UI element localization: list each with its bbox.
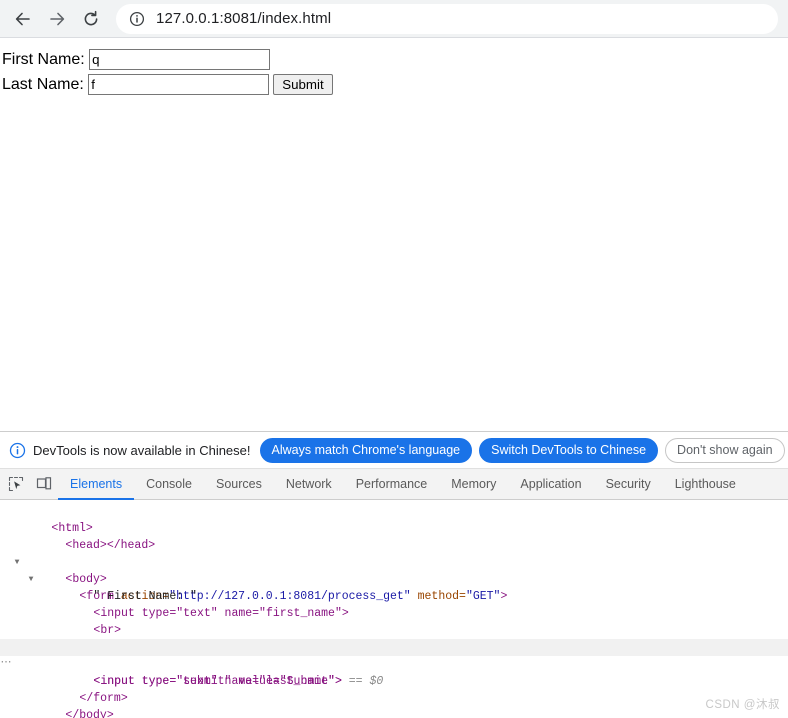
dom-node-body-close[interactable]: </body> bbox=[0, 690, 788, 718]
tab-elements[interactable]: Elements bbox=[58, 469, 135, 500]
tab-label: Application bbox=[520, 477, 582, 491]
dom-node-text-last-name[interactable]: " Last Name: " bbox=[0, 622, 788, 654]
tab-lighthouse[interactable]: Lighthouse bbox=[663, 469, 748, 499]
browser-toolbar: 127.0.0.1:8081/index.html bbox=[0, 0, 788, 38]
devtools-infobar: DevTools is now available in Chinese! Al… bbox=[0, 432, 788, 469]
dom-node-input-first-name[interactable]: <input type="text" name="first_name"> bbox=[0, 588, 788, 620]
switch-devtools-to-chinese-button[interactable]: Switch DevTools to Chinese bbox=[479, 437, 659, 463]
tab-label: Memory bbox=[451, 477, 497, 491]
dom-node-form-close[interactable]: </form> bbox=[0, 673, 788, 705]
dom-node-html-close[interactable]: </html> bbox=[0, 707, 788, 718]
last-name-input[interactable] bbox=[88, 74, 270, 95]
info-circle-icon bbox=[129, 11, 145, 26]
dom-node-html-open[interactable]: <html> bbox=[0, 503, 788, 535]
reload-button[interactable] bbox=[74, 2, 108, 36]
forward-button[interactable] bbox=[40, 2, 74, 36]
tab-label: Security bbox=[605, 477, 651, 491]
last-name-label: Last Name: bbox=[2, 76, 89, 93]
device-toolbar-icon[interactable] bbox=[30, 469, 58, 499]
submit-button[interactable] bbox=[273, 74, 333, 95]
watermark: CSDN @沐叔 bbox=[705, 699, 780, 711]
tab-console[interactable]: Console bbox=[134, 469, 204, 499]
tab-label: Performance bbox=[355, 477, 428, 491]
dom-node-body-open[interactable]: ▼ <body> bbox=[0, 537, 788, 586]
forward-arrow-icon bbox=[50, 12, 65, 25]
devtools-tabbar: Elements Console Sources Network Perform… bbox=[0, 469, 788, 500]
inspect-element-icon[interactable] bbox=[2, 469, 30, 499]
site-info-icon[interactable] bbox=[126, 8, 148, 30]
dom-node-form-open[interactable]: ▼ <form action="http://127.0.0.1:8081/pr… bbox=[0, 554, 788, 603]
back-button[interactable] bbox=[6, 2, 40, 36]
tab-label: Console bbox=[146, 477, 192, 491]
tab-label: Lighthouse bbox=[674, 477, 736, 491]
tab-security[interactable]: Security bbox=[594, 469, 663, 499]
dont-show-again-button[interactable]: Don't show again bbox=[665, 437, 785, 463]
page-viewport: First Name: Last Name: bbox=[0, 39, 788, 431]
first-name-label: First Name: bbox=[2, 51, 90, 68]
info-circle-icon bbox=[9, 442, 25, 458]
device-toggle-icon bbox=[36, 477, 52, 490]
dom-tree[interactable]: <html> <head></head> ▼ <body> ▼ <form ac… bbox=[0, 500, 788, 718]
tab-memory[interactable]: Memory bbox=[439, 469, 508, 499]
inspect-cursor-icon bbox=[8, 476, 24, 492]
tab-application[interactable]: Application bbox=[508, 469, 593, 499]
back-arrow-icon bbox=[15, 12, 30, 25]
dom-node-input-submit[interactable]: <input type="submit" value="Submit"> bbox=[0, 656, 788, 688]
dom-node-input-last-name[interactable]: ⋯ <input type="text" name="last_name"> =… bbox=[0, 639, 788, 688]
tab-label: Network bbox=[285, 477, 332, 491]
first-name-row: First Name: bbox=[2, 48, 788, 71]
dom-node-text-first-name[interactable]: " First Name: " bbox=[0, 571, 788, 603]
address-bar[interactable]: 127.0.0.1:8081/index.html bbox=[116, 3, 778, 34]
rendered-form: First Name: Last Name: bbox=[0, 39, 788, 96]
tab-label: Sources bbox=[215, 477, 262, 491]
info-icon bbox=[8, 441, 26, 459]
reload-icon bbox=[84, 10, 98, 25]
infobar-message: DevTools is now available in Chinese! bbox=[33, 442, 251, 458]
address-bar-url: 127.0.0.1:8081/index.html bbox=[156, 10, 332, 27]
first-name-input[interactable] bbox=[89, 49, 271, 70]
tab-performance[interactable]: Performance bbox=[344, 469, 440, 499]
always-match-chrome-language-button[interactable]: Always match Chrome's language bbox=[259, 437, 473, 463]
last-name-row: Last Name: bbox=[2, 73, 788, 96]
devtools-panel: DevTools is now available in Chinese! Al… bbox=[0, 431, 788, 718]
tab-network[interactable]: Network bbox=[274, 469, 344, 499]
tab-sources[interactable]: Sources bbox=[204, 469, 274, 499]
dom-node-head[interactable]: <head></head> bbox=[0, 520, 788, 552]
dom-node-br[interactable]: <br> bbox=[0, 605, 788, 637]
tab-label: Elements bbox=[70, 477, 123, 491]
